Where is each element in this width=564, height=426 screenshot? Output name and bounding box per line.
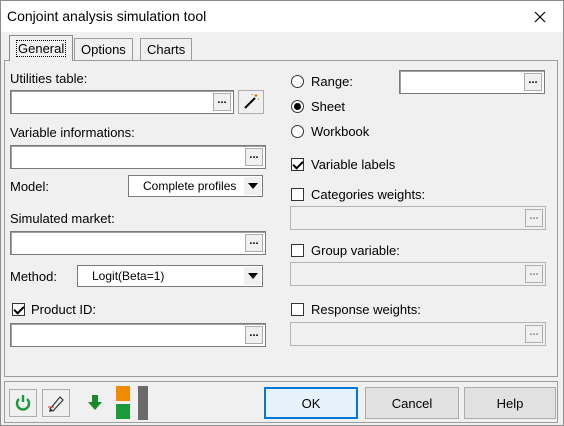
- method-label: Method:: [10, 269, 57, 284]
- down-arrow-icon: [88, 395, 102, 410]
- reset-icon: [15, 395, 31, 411]
- product-id-dropdown-button[interactable]: ...: [245, 326, 263, 344]
- simulated-market-field[interactable]: ...: [10, 231, 266, 255]
- general-panel: Utilities table: ... Variable informatio…: [4, 60, 558, 377]
- response-weights-checkbox[interactable]: [291, 303, 304, 316]
- range-radio[interactable]: [291, 75, 304, 88]
- utilities-table-label: Utilities table:: [10, 71, 88, 86]
- response-weights-label: Response weights:: [311, 302, 421, 317]
- method-select[interactable]: Logit(Beta=1): [77, 265, 263, 287]
- sheet-label: Sheet: [311, 99, 345, 114]
- categories-weights-checkbox[interactable]: [291, 188, 304, 201]
- help-button-label: Help: [496, 395, 524, 411]
- simulated-market-label: Simulated market:: [10, 211, 115, 226]
- response-weights-field[interactable]: ...: [290, 322, 546, 346]
- range-field[interactable]: ...: [399, 70, 545, 94]
- tab-options[interactable]: Options: [74, 38, 133, 60]
- tab-charts[interactable]: Charts: [140, 38, 193, 60]
- close-button[interactable]: [517, 1, 563, 32]
- chevron-down-icon: [247, 183, 258, 189]
- tab-general-label: General: [16, 40, 67, 57]
- workbook-radio[interactable]: [291, 125, 304, 138]
- close-icon: [534, 11, 546, 22]
- utilities-table-field[interactable]: ...: [10, 90, 234, 114]
- sheet-radio[interactable]: [291, 100, 304, 113]
- group-variable-field[interactable]: ...: [290, 262, 546, 286]
- group-variable-checkbox[interactable]: [291, 244, 304, 257]
- tab-general[interactable]: General: [9, 35, 74, 61]
- ok-button-label: OK: [301, 395, 321, 411]
- group-variable-label: Group variable:: [311, 243, 400, 258]
- magic-wand-icon: [244, 94, 259, 109]
- tab-charts-label: Charts: [147, 42, 186, 57]
- green-block: [116, 404, 130, 419]
- dialog-window: Conjoint analysis simulation tool Genera…: [0, 0, 564, 426]
- pencil-icon: [48, 396, 64, 412]
- color-blocks-icon[interactable]: [116, 386, 132, 420]
- workbook-label: Workbook: [311, 124, 370, 139]
- chevron-down-icon: [247, 273, 258, 279]
- variable-labels-checkbox[interactable]: [291, 158, 304, 171]
- model-select-value: Complete profiles: [143, 179, 237, 193]
- variable-informations-field[interactable]: ...: [10, 145, 266, 169]
- model-label: Model:: [10, 179, 50, 194]
- range-label: Range:: [311, 74, 353, 89]
- ok-button[interactable]: OK: [264, 387, 358, 419]
- move-down-button[interactable]: [81, 389, 109, 417]
- simulated-market-dropdown-button[interactable]: ...: [245, 234, 263, 252]
- range-dropdown-button[interactable]: ...: [524, 73, 542, 91]
- window-title: Conjoint analysis simulation tool: [7, 8, 207, 24]
- categories-weights-field[interactable]: ...: [290, 206, 546, 230]
- method-select-arrow[interactable]: [244, 267, 261, 285]
- bottom-toolbar: OK Cancel Help: [4, 381, 558, 423]
- orange-block: [116, 386, 130, 401]
- model-select[interactable]: Complete profiles: [128, 175, 263, 197]
- product-id-field[interactable]: ...: [10, 323, 266, 347]
- product-id-label: Product ID:: [31, 302, 97, 317]
- tab-options-label: Options: [81, 42, 126, 57]
- cancel-button[interactable]: Cancel: [365, 387, 459, 419]
- title-bar: Conjoint analysis simulation tool: [1, 1, 563, 32]
- model-select-arrow[interactable]: [244, 177, 261, 195]
- cancel-button-label: Cancel: [391, 395, 433, 411]
- edit-button[interactable]: [42, 389, 70, 417]
- group-variable-dropdown-button[interactable]: ...: [525, 265, 543, 283]
- help-button[interactable]: Help: [464, 387, 556, 419]
- magic-wand-button[interactable]: [238, 90, 264, 114]
- categories-weights-label: Categories weights:: [311, 187, 426, 202]
- variable-informations-label: Variable informations:: [10, 125, 135, 140]
- product-id-checkbox[interactable]: [12, 303, 25, 316]
- response-weights-dropdown-button[interactable]: ...: [525, 325, 543, 343]
- method-select-value: Logit(Beta=1): [92, 269, 165, 283]
- categories-weights-dropdown-button[interactable]: ...: [525, 209, 543, 227]
- utilities-table-dropdown-button[interactable]: ...: [213, 93, 231, 111]
- variable-labels-label: Variable labels: [311, 157, 396, 172]
- gray-block: [138, 386, 148, 420]
- reset-button[interactable]: [9, 389, 37, 417]
- variable-informations-dropdown-button[interactable]: ...: [245, 148, 263, 166]
